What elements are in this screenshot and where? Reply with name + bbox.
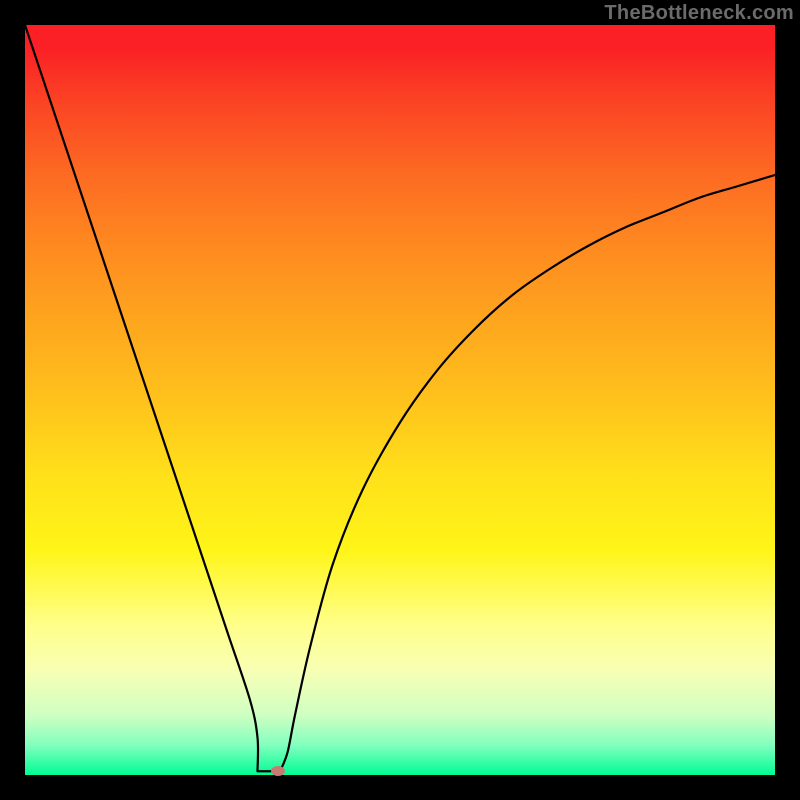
chart-frame: TheBottleneck.com [0, 0, 800, 800]
curve-path [25, 25, 775, 773]
bottleneck-curve [25, 25, 775, 775]
watermark-text: TheBottleneck.com [604, 2, 794, 25]
optimum-marker [271, 766, 285, 776]
gradient-plot-area [25, 25, 775, 775]
